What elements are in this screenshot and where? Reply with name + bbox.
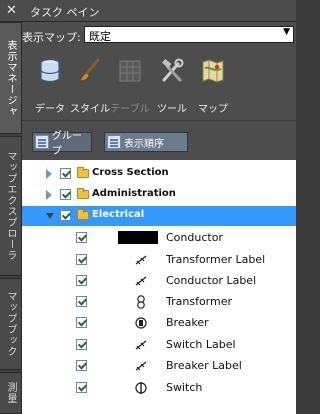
paintbrush-icon [79,58,100,82]
map-button[interactable]: マップ [193,56,233,115]
visibility-checkbox[interactable] [76,360,87,371]
layer-label: Conductor Label [166,274,257,287]
layer-label: Transformer [166,295,233,308]
group-label: Administration [92,188,176,199]
folder-icon [77,188,89,199]
tree-layer-row[interactable]: Switch [22,378,296,398]
tab-map-book[interactable]: マップブック [0,278,22,370]
visibility-checkbox[interactable] [60,168,71,179]
folder-icon [77,209,89,220]
table-icon [119,60,141,82]
chevron-down-icon: ▼ [283,27,290,37]
title-bar: ✕ タスク ペイン [0,0,296,22]
layer-label: Conductor [166,231,223,244]
layer-label: Transformer Label [166,253,266,266]
table-button-label: テーブル [110,104,150,115]
database-icon [40,58,60,83]
tree-group-row[interactable]: Administration [22,185,296,205]
label-icon [135,276,147,286]
collapse-arrow-icon[interactable] [46,213,54,219]
expand-arrow-icon[interactable] [46,169,52,179]
label-icon [135,255,147,265]
map-button-label: マップ [198,104,228,115]
window-title: タスク ペイン [30,6,100,19]
tab-display-manager-label: 表示マネージャ [5,39,16,117]
tree-layer-row[interactable]: Breaker [22,313,296,333]
tree-layer-row[interactable]: Conductor Label [22,271,296,291]
task-pane-main: 表示マップ: 既定 ▼ データ スタイル テーブル ツール マップ グループ 表… [22,22,296,414]
expand-arrow-icon[interactable] [46,190,52,200]
visibility-checkbox[interactable] [76,232,87,243]
tree-layer-row[interactable]: Transformer [22,292,296,312]
visibility-checkbox[interactable] [76,275,87,286]
conductor-line-swatch-icon [118,231,158,244]
layer-label: Breaker Label [166,359,242,372]
tree-layer-row[interactable]: Breaker Label [22,356,296,376]
draw-order-icon [107,135,121,149]
tree-group-row[interactable]: Cross Section [22,164,296,184]
map-icon [202,59,224,83]
visibility-checkbox[interactable] [60,189,71,200]
visibility-checkbox[interactable] [76,317,87,328]
data-button-label: データ [35,104,65,115]
tree-group-row-selected[interactable]: Electrical [22,206,296,226]
toolbar: データ スタイル テーブル ツール マップ [30,56,292,115]
group-view-label: グループ [51,131,82,157]
tab-map-explorer-label: マップエクスプローラ [5,151,16,261]
map-selector-label: 表示マップ: [22,31,81,44]
table-button[interactable]: テーブル [110,56,150,115]
map-selector-dropdown[interactable]: 既定 ▼ [84,26,294,43]
tab-display-manager[interactable]: 表示マネージャ [0,22,22,134]
tree-layer-row[interactable]: Conductor [22,228,296,248]
visibility-checkbox[interactable] [76,339,87,350]
draw-order-button[interactable]: 表示順序 [104,132,188,152]
label-icon [135,361,147,371]
layer-tree: Cross Section Administration Electrical … [22,160,296,414]
map-selector-row: 表示マップ: 既定 ▼ [22,26,296,44]
close-icon[interactable]: ✕ [6,3,17,18]
group-view-button[interactable]: グループ [32,131,92,157]
tree-layer-row[interactable]: Transformer Label [22,250,296,270]
style-button-label: スタイル [70,104,110,115]
divider [22,120,296,121]
data-button[interactable]: データ [30,56,70,115]
group-view-icon [35,135,49,149]
label-icon [135,340,147,350]
layer-label: Breaker [166,316,209,329]
tree-layer-row[interactable]: Switch Label [22,335,296,355]
layer-label: Switch [166,381,203,394]
visibility-checkbox[interactable] [76,382,87,393]
wrench-hammer-icon [162,58,184,82]
map-selector-value: 既定 [89,30,111,43]
visibility-checkbox[interactable] [60,210,71,221]
tools-button-label: ツール [157,104,187,115]
tab-map-explorer[interactable]: マップエクスプローラ [0,136,22,276]
group-label: Cross Section [92,167,169,178]
layer-label: Switch Label [166,338,236,351]
tools-button[interactable]: ツール [152,56,192,115]
tab-map-book-label: マップブック [5,291,16,357]
switch-symbol-icon [135,382,147,394]
draw-order-label: 表示順序 [124,138,164,150]
style-button[interactable]: スタイル [70,56,110,115]
folder-icon [77,167,89,178]
visibility-checkbox[interactable] [76,296,87,307]
visibility-checkbox[interactable] [76,254,87,265]
breaker-symbol-icon [135,317,147,329]
transformer-symbol-icon [137,295,145,309]
side-tab-strip: 表示マネージャ マップエクスプローラ マップブック 測量 [0,22,22,414]
tab-survey[interactable]: 測量 [0,372,22,414]
tab-survey-label: 測量 [5,382,16,404]
group-label: Electrical [92,209,145,220]
